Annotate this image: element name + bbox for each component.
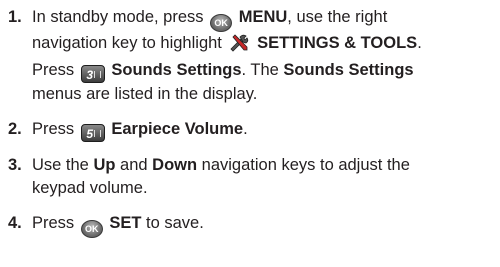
settings-tools-icon xyxy=(228,34,250,59)
step-2-line-1: Press 5 Earpiece Volume. xyxy=(32,119,248,142)
step-number: 1. xyxy=(8,8,22,26)
down-label: Down xyxy=(152,156,198,174)
ok-key-icon: OK xyxy=(210,14,233,32)
step-number: 2. xyxy=(8,119,22,138)
step-3: 3. Use the Up and Down navigation keys t… xyxy=(8,154,496,199)
earpiece-volume-label: Earpiece Volume xyxy=(111,119,244,138)
ok-key-icon: OK xyxy=(80,219,103,238)
up-label: Up xyxy=(93,156,116,174)
step-1: 1. In standby mode, press OK MENU, use t… xyxy=(8,6,496,105)
step-number: 3. xyxy=(8,156,22,174)
step-1-line-2: navigation key to highlight SETTINGS & T… xyxy=(32,32,496,59)
step-1-line-3: Press 3 Sounds Settings. The Sounds Sett… xyxy=(32,60,414,83)
step-4-line-1: Press OK SET to save. xyxy=(32,212,496,238)
instruction-steps: 1. In standby mode, press OK MENU, use t… xyxy=(8,6,496,250)
step-3-line-1: Use the Up and Down navigation keys to a… xyxy=(32,156,410,174)
step-number: 4. xyxy=(8,213,22,232)
set-label: SET xyxy=(109,213,142,232)
step-3-line-2: keypad volume. xyxy=(32,178,148,197)
sounds-settings-label-2: Sounds Settings xyxy=(283,60,414,79)
key-5-icon: 5 xyxy=(80,123,105,142)
step-1-line-4: menus are listed in the display. xyxy=(32,84,258,103)
menu-label: MENU xyxy=(238,8,288,26)
settings-tools-label: SETTINGS & TOOLS xyxy=(257,34,418,52)
sounds-settings-label: Sounds Settings xyxy=(111,60,242,79)
step-2: 2. Press 5 Earpiece Volume. xyxy=(8,118,496,142)
step-1-line-1: In standby mode, press OK MENU, use the … xyxy=(32,6,496,32)
key-3-icon: 3 xyxy=(80,64,105,83)
step-4: 4. Press OK SET to save. xyxy=(8,212,496,238)
